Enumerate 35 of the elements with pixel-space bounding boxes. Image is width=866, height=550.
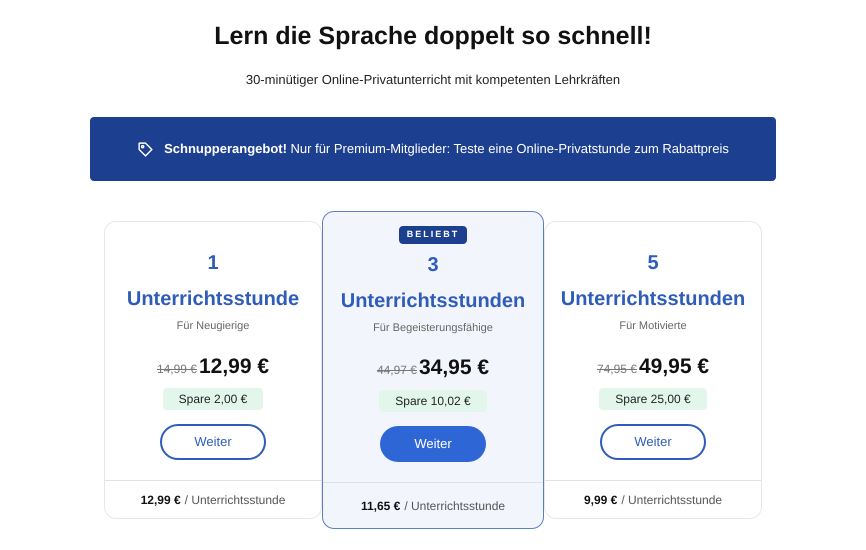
tag-icon	[137, 140, 154, 158]
unit-price: 12,99 €	[140, 492, 181, 508]
plan-subtitle: Für Motivierte	[619, 319, 687, 334]
lesson-count: 1	[207, 251, 219, 276]
lesson-count: 5	[647, 251, 659, 276]
continue-button[interactable]: Weiter	[380, 426, 486, 462]
plan-price: 34,95 €	[418, 355, 490, 381]
plan-card[interactable]: BELIEBT 3 Unterrichtsstunden Für Begeisterungsfähige 44,97 €34,95 € Spare 10,02 € Weiter 11,65 € / Unterrichtsstunde	[322, 211, 544, 529]
plan-title: Unterrichtsstunden	[560, 287, 746, 312]
lesson-count: 3	[427, 252, 439, 278]
plan-price: 12,99 €	[198, 354, 270, 380]
plan-card[interactable]: 1 Unterrichtsstunde Für Neugierige 14,99 €12,99 € Spare 2,00 € Weiter 12,99 € / Unterrichtsstunde	[104, 221, 322, 519]
continue-button[interactable]: Weiter	[160, 424, 266, 460]
savings-tag: Spare 25,00 €	[599, 388, 707, 410]
unit-label: / Unterrichtsstunde	[621, 492, 722, 508]
plan-title: Unterrichtsstunde	[126, 287, 300, 312]
unit-label: / Unterrichtsstunde	[404, 498, 506, 514]
unit-label: / Unterrichtsstunde	[184, 492, 286, 508]
savings-tag: Spare 10,02 €	[379, 390, 487, 412]
original-price: 44,97 €	[376, 362, 417, 379]
page-heading: Lern die Sprache doppelt so schnell!	[214, 21, 652, 52]
plan-card[interactable]: 5 Unterrichtsstunden Für Motivierte 74,95 €49,95 € Spare 25,00 € Weiter 9,99 € / Unterrichtsstunde	[544, 221, 762, 519]
continue-button[interactable]: Weiter	[600, 424, 706, 460]
page-subheading: 30-minütiger Online-Privatunterricht mit kompetenten Lehrkräften	[246, 70, 620, 89]
promo-text: Schnupperangebot! Nur für Premium-Mitglieder: Teste eine Online-Privatstunde zum Rabattpreis	[164, 140, 729, 158]
plan-subtitle: Für Begeisterungsfähige	[373, 320, 493, 336]
plan-subtitle: Für Neugierige	[176, 319, 250, 334]
original-price: 14,99 €	[156, 360, 197, 378]
unit-price: 9,99 €	[584, 492, 618, 508]
popular-badge: BELIEBT	[398, 226, 468, 244]
original-price: 74,95 €	[596, 360, 637, 378]
plan-price: 49,95 €	[638, 354, 710, 380]
unit-price: 11,65 €	[360, 498, 400, 514]
plan-title: Unterrichtsstunden	[340, 288, 526, 314]
savings-tag: Spare 2,00 €	[162, 388, 264, 410]
